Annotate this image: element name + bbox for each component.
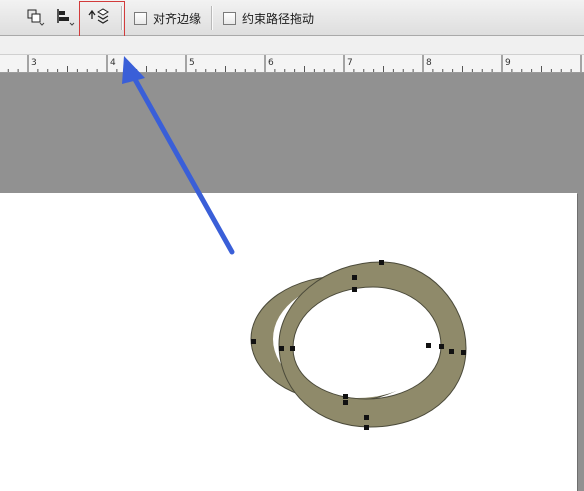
ruler-label: 4 xyxy=(110,58,116,68)
ruler-label: 9 xyxy=(505,58,511,68)
ruler-label: 5 xyxy=(189,58,195,68)
constrain-path-dragging-label: 约束路径拖动 xyxy=(242,11,315,26)
highlight-box xyxy=(79,1,125,37)
align-edges-checkbox[interactable] xyxy=(134,11,147,25)
document-canvas[interactable] xyxy=(0,193,577,491)
ruler-label: 3 xyxy=(31,58,37,68)
path-combine-icon xyxy=(27,9,45,26)
path-align-icon xyxy=(57,9,75,26)
align-edges-option[interactable]: 对齐边缘 xyxy=(134,9,201,27)
constrain-path-dragging-option[interactable]: 约束路径拖动 xyxy=(223,9,314,27)
horizontal-ruler: 3 4 5 6 7 8 9 xyxy=(0,55,584,73)
path-alignment-button[interactable] xyxy=(55,7,77,27)
ruler-ticks: 3 4 5 6 7 8 9 xyxy=(7,55,582,72)
align-edges-label: 对齐边缘 xyxy=(153,11,202,26)
ruler-label: 6 xyxy=(268,58,274,68)
constrain-path-dragging-checkbox[interactable] xyxy=(223,11,236,25)
ruler-label: 7 xyxy=(347,58,353,68)
panel-strip xyxy=(0,36,584,55)
path-operations-button[interactable] xyxy=(25,7,47,27)
separator xyxy=(211,6,213,30)
ruler-label: 8 xyxy=(426,58,432,68)
